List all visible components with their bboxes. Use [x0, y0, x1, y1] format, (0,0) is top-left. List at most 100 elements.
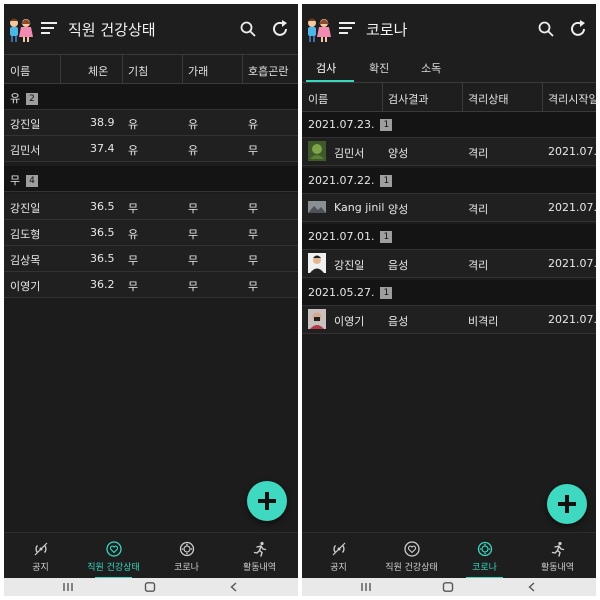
- running-icon: [253, 541, 267, 557]
- search-icon[interactable]: [538, 21, 554, 37]
- recent-apps-icon[interactable]: [360, 582, 372, 592]
- cell-breath: 유: [248, 118, 259, 131]
- cell-cough: 무: [128, 254, 139, 267]
- back-icon[interactable]: [526, 582, 538, 592]
- add-button[interactable]: [247, 481, 287, 521]
- cell-name: 김민서: [10, 144, 41, 157]
- recent-apps-icon[interactable]: [62, 582, 74, 592]
- bottom-nav: 공지 직원 건강상태 코로나 활동내역: [4, 532, 298, 579]
- home-icon[interactable]: [144, 582, 156, 592]
- group-label: 무: [10, 174, 21, 187]
- cell-name: 이영기: [334, 315, 365, 328]
- count-badge: 4: [26, 175, 38, 187]
- menu-icon[interactable]: [339, 22, 355, 36]
- add-button[interactable]: [547, 484, 587, 524]
- table-row[interactable]: 김도형 36.5 유 무 무: [4, 220, 298, 246]
- column-header-name[interactable]: 이름: [308, 91, 328, 107]
- group-header[interactable]: 2021.07.22. 1: [302, 168, 596, 194]
- cell-start-date: 2021.07.2: [548, 201, 596, 214]
- cell-phlegm: 무: [188, 202, 199, 215]
- nav-notice[interactable]: 공지: [302, 533, 375, 579]
- table-header: 이름 체온 기침 가래 호흡곤란: [4, 54, 298, 84]
- cell-breath: 무: [248, 280, 259, 293]
- cell-name: 강진일: [10, 202, 41, 215]
- menu-icon[interactable]: [41, 22, 57, 36]
- system-nav-bar: [4, 578, 298, 596]
- refresh-icon[interactable]: [568, 19, 588, 39]
- tab-confirmed[interactable]: 확진: [369, 60, 389, 76]
- group-date: 2021.07.22.: [308, 174, 375, 187]
- nav-activity[interactable]: 활동내역: [223, 533, 296, 579]
- tab-disinfection[interactable]: 소독: [421, 60, 441, 76]
- column-header-name[interactable]: 이름: [10, 63, 30, 79]
- table-row[interactable]: 김민서 양성 격리 2021.07.2: [302, 138, 596, 166]
- search-icon[interactable]: [240, 21, 256, 37]
- nav-notice[interactable]: 공지: [4, 533, 77, 579]
- group-header[interactable]: 유2: [4, 84, 298, 110]
- cell-breath: 무: [248, 202, 259, 215]
- cell-status: 격리: [468, 259, 489, 272]
- group-header[interactable]: 2021.05.27. 1: [302, 280, 596, 306]
- column-header-start-date[interactable]: 격리시작일: [548, 91, 596, 107]
- cell-name: Kang jinil: [334, 201, 385, 214]
- refresh-icon[interactable]: [270, 19, 290, 39]
- nav-label: 직원 건강상태: [87, 563, 140, 573]
- group-header[interactable]: 무4: [4, 166, 298, 192]
- table-row[interactable]: 이영기 36.2 무 무 무: [4, 272, 298, 298]
- table-row[interactable]: 강진일 38.9 유 유 유: [4, 110, 298, 136]
- cell-breath: 무: [248, 228, 259, 241]
- cell-status: 격리: [468, 147, 489, 160]
- cell-cough: 유: [128, 118, 139, 131]
- cell-breath: 무: [248, 144, 259, 157]
- table-row[interactable]: 김상목 36.5 무 무 무: [4, 246, 298, 272]
- column-header-temp[interactable]: 체온: [88, 63, 108, 79]
- home-icon[interactable]: [442, 582, 454, 592]
- back-icon[interactable]: [228, 582, 240, 592]
- cell-name: 김민서: [334, 147, 365, 160]
- group-header[interactable]: 2021.07.23. 1: [302, 112, 596, 138]
- tab-test[interactable]: 검사: [316, 60, 336, 76]
- nav-activity[interactable]: 활동내역: [521, 533, 594, 579]
- avatar: [308, 253, 326, 273]
- health-status-screen: 직원 건강상태 이름 체온 기침 가래 호흡곤란 유2 강진일 38.9 유 유…: [4, 4, 298, 596]
- cell-status: 비격리: [468, 315, 499, 328]
- app-bar: 코로나: [302, 4, 596, 54]
- count-badge: 1: [380, 231, 393, 243]
- app-logo-icon: [10, 18, 33, 42]
- column-header-status[interactable]: 격리상태: [468, 91, 508, 107]
- count-badge: 1: [380, 287, 393, 299]
- table-row[interactable]: Kang jinil 양성 격리 2021.07.2: [302, 194, 596, 222]
- column-header-phlegm[interactable]: 가래: [188, 63, 208, 79]
- table-row[interactable]: 강진일 36.5 무 무 무: [4, 194, 298, 220]
- cell-temp: 38.9: [90, 116, 115, 129]
- avatar: [308, 141, 326, 161]
- broadcast-icon: [34, 542, 48, 556]
- nav-corona[interactable]: 코로나: [150, 533, 223, 579]
- nav-health-status[interactable]: 직원 건강상태: [375, 533, 448, 579]
- nav-label: 공지: [32, 563, 49, 573]
- cell-start-date: 2021.07.0: [548, 257, 596, 270]
- cell-cough: 무: [128, 202, 139, 215]
- column-header-breath[interactable]: 호흡곤란: [248, 63, 288, 79]
- count-badge: 1: [380, 119, 393, 131]
- cell-name: 김도형: [10, 228, 41, 241]
- column-header-cough[interactable]: 기침: [128, 63, 148, 79]
- cell-phlegm: 무: [188, 254, 199, 267]
- table-row[interactable]: 이영기 음성 비격리 2021.07.2: [302, 306, 596, 334]
- nav-health-status[interactable]: 직원 건강상태: [77, 533, 150, 579]
- table-header: 이름 검사결과 격리상태 격리시작일: [302, 82, 596, 112]
- nav-corona[interactable]: 코로나: [448, 533, 521, 579]
- cell-cough: 유: [128, 228, 139, 241]
- avatar: [308, 201, 326, 213]
- count-badge: 2: [26, 93, 38, 105]
- group-header[interactable]: 2021.07.01. 1: [302, 224, 596, 250]
- virus-icon: [179, 541, 195, 557]
- corona-screen: 코로나 검사 확진 소독 이름 검사결과 격리상태 격리시작일 2021.07.…: [302, 4, 596, 596]
- cell-temp: 36.5: [90, 252, 115, 265]
- table-row[interactable]: 김민서 37.4 유 유 무: [4, 136, 298, 162]
- group-date: 2021.07.01.: [308, 230, 375, 243]
- column-header-result[interactable]: 검사결과: [388, 91, 428, 107]
- table-row[interactable]: 강진일 음성 격리 2021.07.0: [302, 250, 596, 278]
- cell-result: 음성: [388, 315, 409, 328]
- group-date: 2021.05.27.: [308, 286, 375, 299]
